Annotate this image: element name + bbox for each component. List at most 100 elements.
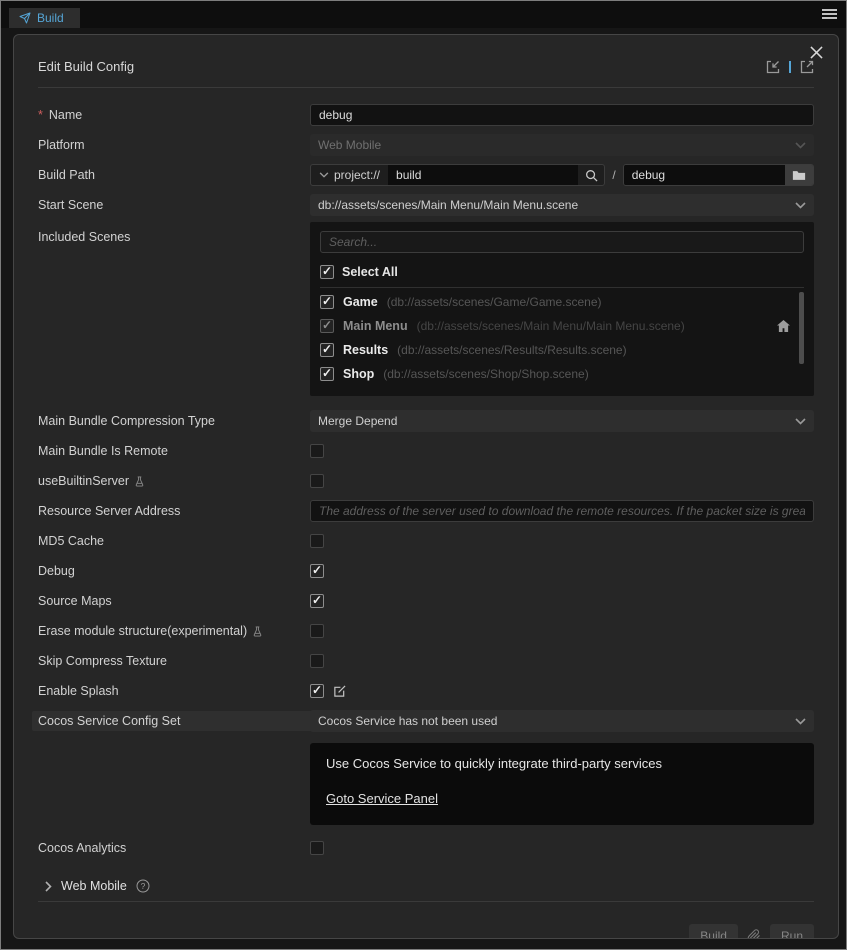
link-build-run-icon[interactable] <box>747 929 761 939</box>
cocos-analytics-row: Cocos Analytics <box>38 833 814 863</box>
cocos-service-info-panel: Use Cocos Service to quickly integrate t… <box>310 743 814 825</box>
import-config-icon[interactable] <box>766 60 780 74</box>
scene-checkbox[interactable] <box>320 343 334 357</box>
path-separator: / <box>612 168 615 182</box>
build-config-form: * Name Platform Web Mobile Build Path <box>14 88 838 939</box>
name-row: * Name <box>38 100 814 130</box>
edit-splash-icon[interactable] <box>333 685 346 698</box>
cocos-service-value: Cocos Service has not been used <box>318 714 497 728</box>
build-path-group: project:// <box>310 164 605 186</box>
enable-splash-label: Enable Splash <box>38 684 310 698</box>
scenes-divider <box>320 287 804 288</box>
scene-checkbox[interactable] <box>320 295 334 309</box>
build-subdir-group <box>623 164 814 186</box>
resource-server-input[interactable] <box>310 500 814 522</box>
erase-module-row: Erase module structure(experimental) <box>38 616 814 646</box>
included-scenes-label: Included Scenes <box>38 222 310 244</box>
main-bundle-remote-label: Main Bundle Is Remote <box>38 444 310 458</box>
scene-path: (db://assets/scenes/Main Menu/Main Menu.… <box>417 319 685 333</box>
name-input[interactable] <box>310 104 814 126</box>
scene-row-shop: Shop (db://assets/scenes/Shop/Shop.scene… <box>320 362 790 386</box>
search-path-icon[interactable] <box>578 165 604 185</box>
protocol-select[interactable]: project:// <box>311 165 388 185</box>
dialog-footer: Build Run <box>38 924 814 939</box>
erase-module-label: Erase module structure(experimental) <box>38 624 310 638</box>
source-maps-label: Source Maps <box>38 594 310 608</box>
section-divider <box>38 901 814 902</box>
main-bundle-remote-row: Main Bundle Is Remote <box>38 436 814 466</box>
included-scenes-row: Included Scenes Select All Game <box>38 222 814 396</box>
resource-server-row: Resource Server Address <box>38 496 814 526</box>
scrollbar[interactable] <box>799 292 804 364</box>
chevron-down-icon <box>319 172 329 178</box>
build-path-label: Build Path <box>38 168 310 182</box>
build-path-row: Build Path project:// / <box>38 160 814 190</box>
tab-build[interactable]: Build <box>9 8 80 28</box>
compression-value: Merge Depend <box>318 414 397 428</box>
export-config-icon[interactable] <box>800 60 814 74</box>
start-scene-value: db://assets/scenes/Main Menu/Main Menu.s… <box>318 198 578 212</box>
scene-search-input[interactable] <box>320 231 804 253</box>
start-scene-row: Start Scene db://assets/scenes/Main Menu… <box>38 190 814 220</box>
app-window: { "topbar": { "tab_label": "Build" }, "d… <box>0 0 847 950</box>
menu-icon[interactable] <box>822 9 837 21</box>
compression-select[interactable]: Merge Depend <box>310 410 814 432</box>
debug-checkbox[interactable] <box>310 564 324 578</box>
compression-row: Main Bundle Compression Type Merge Depen… <box>38 406 814 436</box>
top-bar: Build <box>1 1 846 28</box>
start-scene-select[interactable]: db://assets/scenes/Main Menu/Main Menu.s… <box>310 194 814 216</box>
cocos-service-label: Cocos Service Config Set <box>38 711 310 731</box>
md5-cache-checkbox[interactable] <box>310 534 324 548</box>
edit-build-config-dialog: Edit Build Config * Name Platform <box>13 34 839 939</box>
chevron-right-icon[interactable] <box>45 881 52 892</box>
scene-row-main-menu: Main Menu (db://assets/scenes/Main Menu/… <box>320 314 790 338</box>
build-dir-input[interactable] <box>388 165 578 185</box>
dialog-header: Edit Build Config <box>14 35 838 88</box>
web-mobile-section-header[interactable]: Web Mobile ? <box>38 871 814 901</box>
web-mobile-section-title: Web Mobile <box>61 879 127 893</box>
scene-checkbox <box>320 319 334 333</box>
paper-plane-icon <box>19 12 31 24</box>
cocos-analytics-checkbox[interactable] <box>310 841 324 855</box>
skip-compress-checkbox[interactable] <box>310 654 324 668</box>
svg-text:?: ? <box>140 881 145 891</box>
md5-cache-label: MD5 Cache <box>38 534 310 548</box>
debug-label: Debug <box>38 564 310 578</box>
select-all-checkbox[interactable] <box>320 265 334 279</box>
enable-splash-checkbox[interactable] <box>310 684 324 698</box>
skip-compress-row: Skip Compress Texture <box>38 646 814 676</box>
source-maps-checkbox[interactable] <box>310 594 324 608</box>
cocos-service-row: Cocos Service Config Set Cocos Service h… <box>38 706 814 736</box>
included-scenes-panel: Select All Game (db://assets/scenes/Game… <box>310 222 814 396</box>
build-button[interactable]: Build <box>689 924 738 939</box>
use-builtin-server-checkbox[interactable] <box>310 474 324 488</box>
scene-checkbox[interactable] <box>320 367 334 381</box>
help-icon[interactable]: ? <box>136 879 150 893</box>
platform-select: Web Mobile <box>310 134 814 156</box>
select-all-label: Select All <box>342 265 398 279</box>
use-builtin-server-label: useBuiltinServer <box>38 474 310 488</box>
protocol-value: project:// <box>334 168 380 182</box>
chevron-down-icon <box>795 202 806 209</box>
scene-path: (db://assets/scenes/Shop/Shop.scene) <box>383 367 588 381</box>
header-divider <box>38 87 814 88</box>
cocos-service-info-text: Use Cocos Service to quickly integrate t… <box>326 756 798 771</box>
scene-name: Main Menu <box>343 319 408 333</box>
resource-server-label: Resource Server Address <box>38 504 310 518</box>
scene-path: (db://assets/scenes/Game/Game.scene) <box>387 295 602 309</box>
platform-row: Platform Web Mobile <box>38 130 814 160</box>
scene-list: Game (db://assets/scenes/Game/Game.scene… <box>320 290 804 386</box>
compression-label: Main Bundle Compression Type <box>38 414 310 428</box>
tab-build-label: Build <box>37 11 64 25</box>
run-button[interactable]: Run <box>770 924 814 939</box>
folder-icon[interactable] <box>785 165 813 185</box>
scene-row-game: Game (db://assets/scenes/Game/Game.scene… <box>320 290 790 314</box>
home-icon <box>777 320 790 332</box>
cocos-service-select[interactable]: Cocos Service has not been used <box>310 710 814 732</box>
build-subdir-input[interactable] <box>624 165 785 185</box>
scene-name: Results <box>343 343 388 357</box>
chevron-down-icon <box>795 418 806 425</box>
main-bundle-remote-checkbox[interactable] <box>310 444 324 458</box>
goto-service-panel-link[interactable]: Goto Service Panel <box>326 791 438 806</box>
erase-module-checkbox[interactable] <box>310 624 324 638</box>
